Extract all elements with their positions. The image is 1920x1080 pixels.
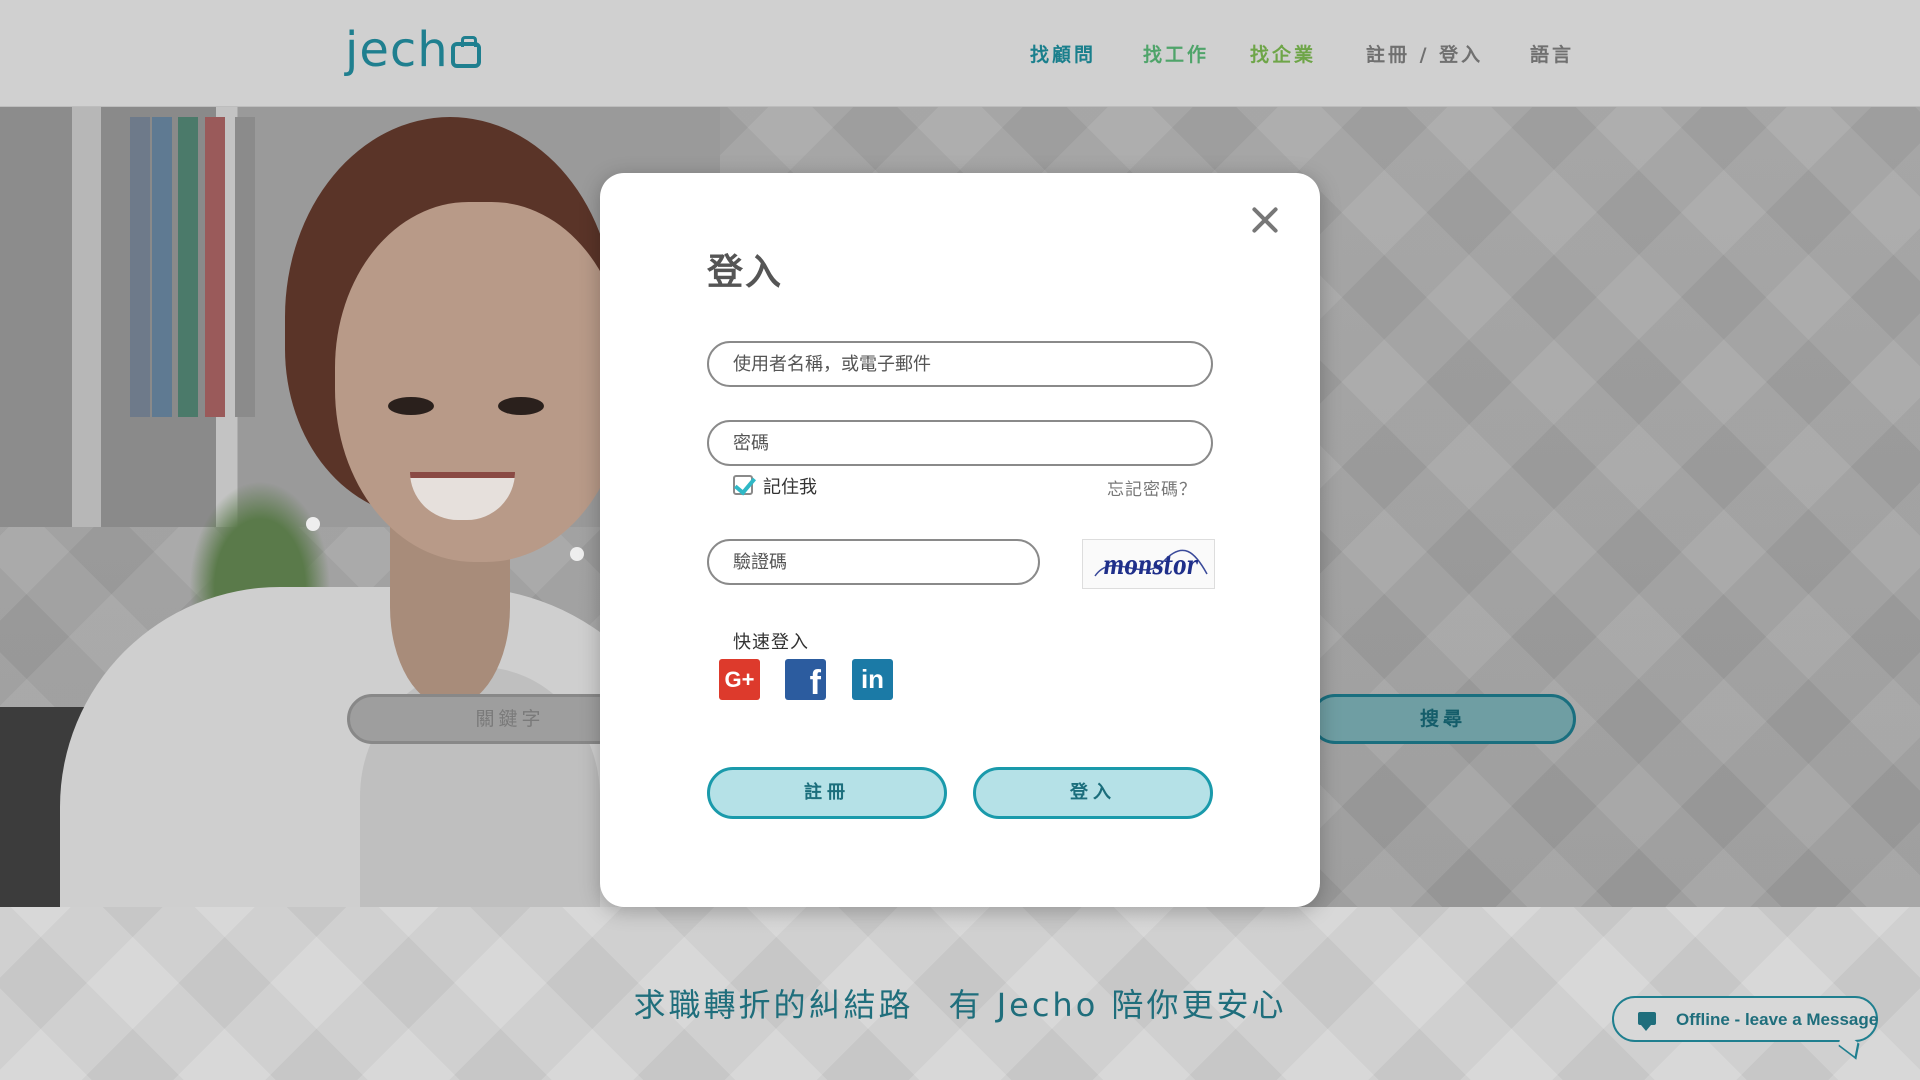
login-modal: 登入 記住我 忘記密碼？ monstor 快速登入 G+ f in 註冊 登入 [600, 173, 1320, 907]
linkedin-login-button[interactable]: in [852, 659, 893, 700]
chat-bubble-icon [1638, 1012, 1656, 1031]
captcha-graphic: monstor [1094, 549, 1208, 581]
top-navbar: jech 找顧問 找工作 找企業 註冊 / 登入 語言 [0, 0, 1920, 107]
captcha-text: monstor [1103, 551, 1199, 581]
quick-login-label: 快速登入 [733, 632, 809, 653]
captcha-input[interactable] [707, 539, 1040, 585]
slogan-band: 求職轉折的糾結路 有 Jecho 陪你更安心 [0, 907, 1920, 1080]
linkedin-icon: in [860, 664, 885, 694]
chat-widget-button[interactable]: Offline - leave a Message [1612, 996, 1879, 1060]
nav-find-company[interactable]: 找企業 [1250, 40, 1316, 67]
remember-me-checkbox[interactable] [733, 475, 753, 495]
forgot-password-link[interactable]: 忘記密碼？ [1107, 475, 1197, 500]
google-plus-icon: G+ [724, 667, 755, 692]
modal-title: 登入 [707, 252, 784, 293]
username-email-input[interactable] [707, 341, 1213, 387]
nav-language[interactable]: 語言 [1530, 40, 1574, 67]
briefcase-icon [450, 36, 481, 68]
nav-find-consultant[interactable]: 找顧問 [1030, 40, 1096, 67]
close-icon[interactable] [1246, 201, 1284, 239]
facebook-icon: f [809, 664, 821, 702]
nav-register-login[interactable]: 註冊 / 登入 [1366, 40, 1483, 67]
google-plus-login-button[interactable]: G+ [719, 659, 760, 700]
jecho-logo[interactable]: jech [345, 22, 481, 78]
login-button[interactable]: 登入 [973, 767, 1213, 819]
search-button[interactable]: 搜尋 [1310, 694, 1576, 744]
facebook-login-button[interactable]: f [785, 659, 826, 702]
chat-label: Offline - leave a Message [1676, 1010, 1879, 1029]
nav-find-job[interactable]: 找工作 [1143, 40, 1209, 67]
captcha-image[interactable]: monstor [1082, 539, 1215, 589]
password-input[interactable] [707, 420, 1213, 466]
logo-text: jech [345, 22, 449, 78]
remember-me-label: 記住我 [763, 477, 817, 498]
register-button[interactable]: 註冊 [707, 767, 947, 819]
